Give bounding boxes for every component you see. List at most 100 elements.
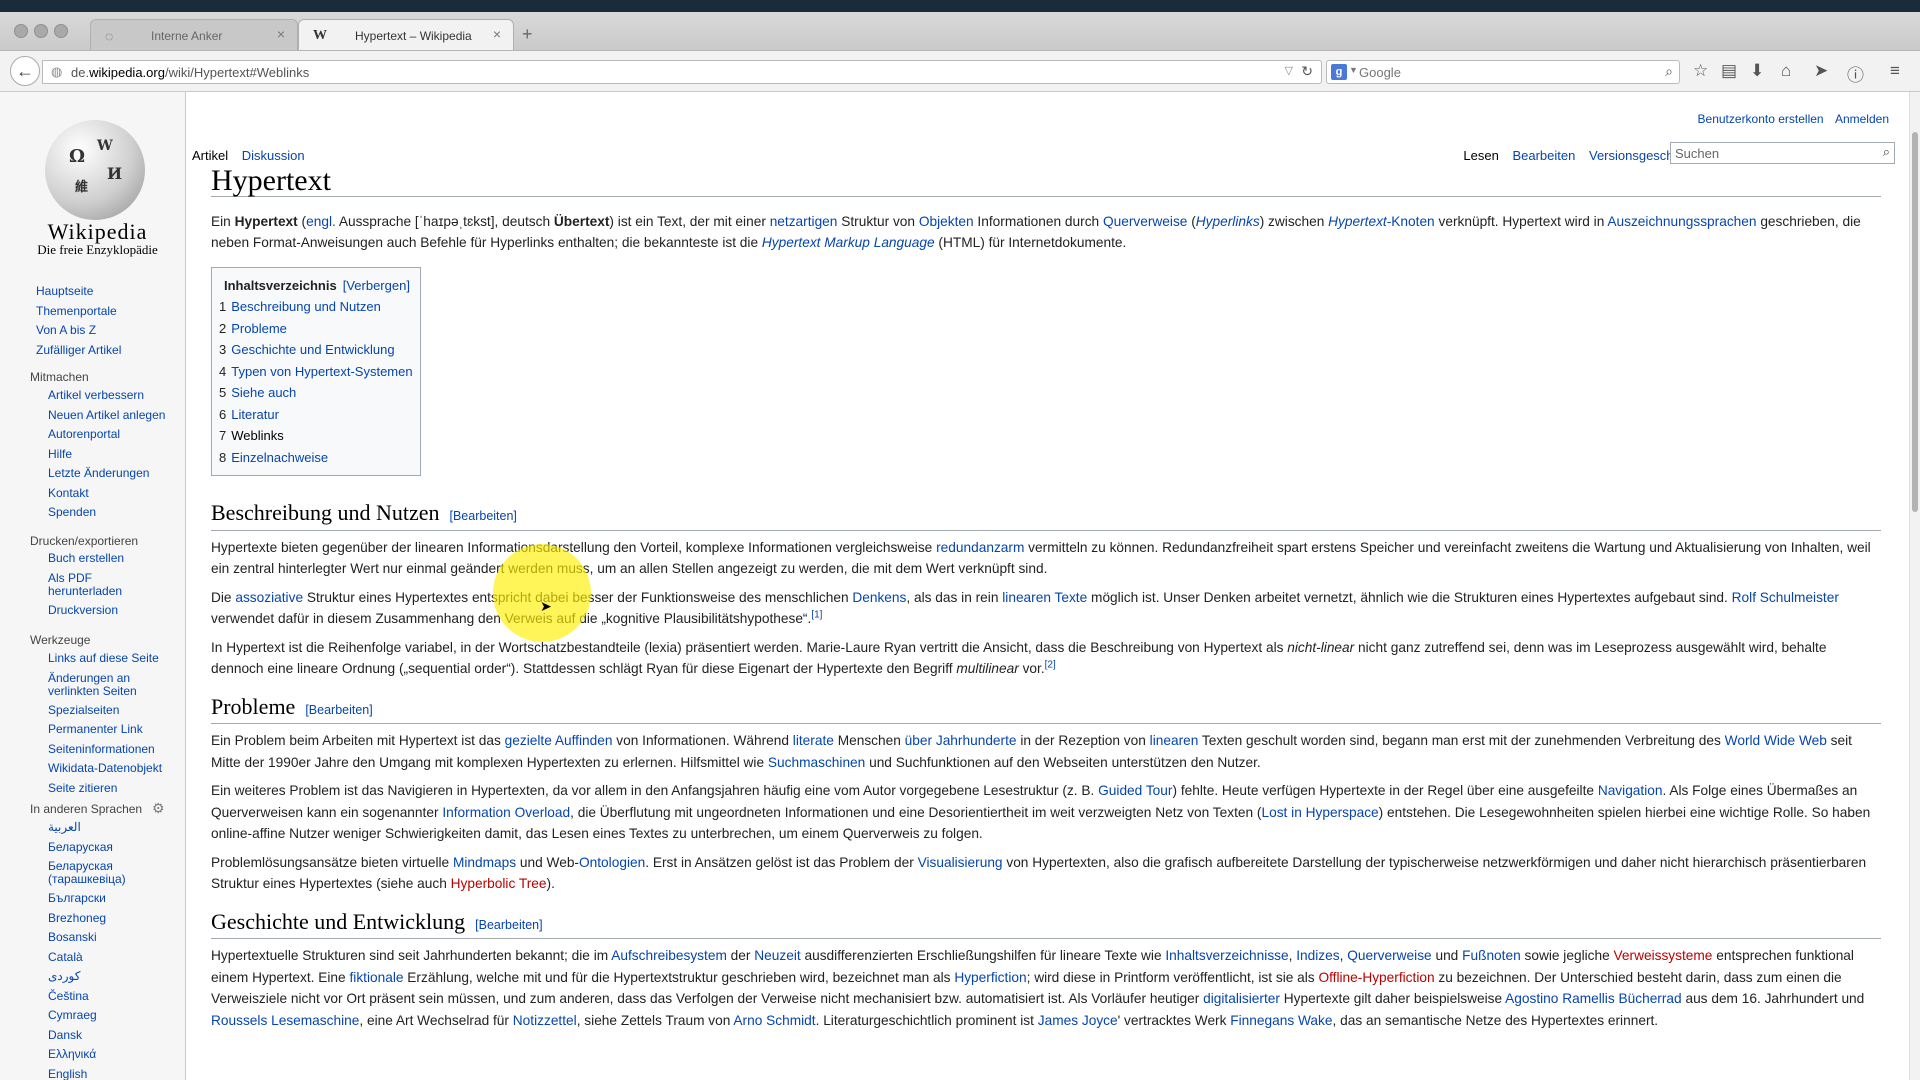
link[interactable]: fiktionale bbox=[349, 970, 403, 985]
toc-item[interactable]: 7 Weblinks bbox=[219, 425, 413, 447]
search-icon[interactable]: ⌕ bbox=[1665, 63, 1673, 80]
gear-icon[interactable]: ⚙ bbox=[152, 800, 165, 817]
link[interactable]: James Joyce bbox=[1038, 1013, 1118, 1028]
tab-diskussion[interactable]: Diskussion bbox=[242, 148, 305, 163]
page-scrollbar[interactable] bbox=[1909, 92, 1920, 1080]
link[interactable]: Mindmaps bbox=[453, 855, 516, 870]
link[interactable]: Information Overload bbox=[442, 805, 570, 820]
sidebar-item-autorenportal[interactable]: Autorenportal bbox=[48, 425, 165, 445]
tab-lesen[interactable]: Lesen bbox=[1463, 148, 1498, 163]
redlink[interactable]: Verweissysteme bbox=[1614, 948, 1713, 963]
lang-item[interactable]: Български bbox=[48, 889, 158, 909]
link[interactable]: über Jahrhunderte bbox=[905, 733, 1017, 748]
tab-bearbeiten[interactable]: Bearbeiten bbox=[1512, 148, 1575, 163]
sidebar-item-artikel-verbessern[interactable]: Artikel verbessern bbox=[48, 386, 165, 406]
link[interactable]: Auszeichnungssprachen bbox=[1607, 214, 1756, 229]
lang-item[interactable]: Cymraeg bbox=[48, 1006, 158, 1026]
wiki-search-input[interactable]: Suchen ⌕ bbox=[1670, 142, 1895, 164]
sidebar-item-aenderungen-verlinkt[interactable]: Änderungen an verlinkten Seiten bbox=[48, 671, 158, 698]
download-icon[interactable]: ⬇ bbox=[1750, 61, 1764, 81]
browser-tab-interne-anker[interactable]: ◌ Interne Anker × bbox=[90, 19, 298, 50]
create-account-link[interactable]: Benutzerkonto erstellen bbox=[1698, 112, 1824, 126]
sidebar-item-seiteninformationen[interactable]: Seiteninformationen bbox=[48, 740, 162, 760]
link[interactable]: netzartigen bbox=[770, 214, 838, 229]
browser-search-bar[interactable]: g ▼ Google ⌕ bbox=[1326, 60, 1680, 84]
link[interactable]: literate bbox=[793, 733, 834, 748]
send-icon[interactable]: ➤ bbox=[1814, 61, 1828, 81]
zoom-window-button[interactable] bbox=[54, 24, 68, 38]
link[interactable]: Querverweise bbox=[1103, 214, 1187, 229]
sidebar-item-druckversion[interactable]: Druckversion bbox=[48, 601, 158, 621]
address-bar[interactable]: ◍ de.wikipedia.org/wiki/Hypertext#Weblin… bbox=[42, 60, 1322, 84]
link[interactable]: Rolf Schulmeister bbox=[1732, 590, 1839, 605]
search-icon[interactable]: ⌕ bbox=[1883, 144, 1890, 160]
wikipedia-globe-logo[interactable]: Ω W И 維 bbox=[45, 120, 145, 220]
reload-icon[interactable]: ↻ bbox=[1301, 63, 1313, 80]
link[interactable]: Agostino Ramellis Bücherrad bbox=[1505, 991, 1682, 1006]
link[interactable]: Aufschreibesystem bbox=[611, 948, 727, 963]
close-tab-icon[interactable]: × bbox=[277, 26, 285, 42]
sidebar-item-permanenter-link[interactable]: Permanenter Link bbox=[48, 720, 162, 740]
info-icon[interactable]: ⓘ bbox=[1847, 61, 1864, 86]
link[interactable]: Hyperlinks bbox=[1196, 214, 1260, 229]
scrollbar-thumb[interactable] bbox=[1912, 132, 1918, 512]
lang-item[interactable]: Čeština bbox=[48, 987, 158, 1007]
link[interactable]: digitalisierter bbox=[1203, 991, 1280, 1006]
link[interactable]: Denkens bbox=[852, 590, 906, 605]
home-icon[interactable]: ⌂ bbox=[1781, 61, 1791, 81]
link[interactable]: linearen Texte bbox=[1002, 590, 1087, 605]
sidebar-item-hauptseite[interactable]: Hauptseite bbox=[36, 282, 121, 302]
link[interactable]: engl. bbox=[306, 214, 336, 229]
link[interactable]: Navigation bbox=[1598, 783, 1663, 798]
tab-artikel[interactable]: Artikel bbox=[192, 148, 228, 163]
link[interactable]: Neuzeit bbox=[754, 948, 800, 963]
toc-item[interactable]: 4 Typen von Hypertext-Systemen bbox=[219, 361, 413, 383]
link[interactable]: Arno Schmidt bbox=[733, 1013, 815, 1028]
link[interactable]: Lost in Hyperspace bbox=[1261, 805, 1378, 820]
lang-item[interactable]: Bosanski bbox=[48, 928, 158, 948]
browser-tab-hypertext[interactable]: W Hypertext – Wikipedia × bbox=[298, 19, 514, 50]
redlink[interactable]: Hyperbolic Tree bbox=[451, 876, 547, 891]
lang-item[interactable]: کوردی bbox=[48, 967, 158, 987]
link[interactable]: Roussels Lesemaschine bbox=[211, 1013, 359, 1028]
chevron-down-icon[interactable]: ▼ bbox=[1349, 65, 1358, 75]
link[interactable]: redundanzarm bbox=[936, 540, 1024, 555]
new-tab-plus-icon[interactable]: + bbox=[522, 24, 533, 45]
close-tab-icon[interactable]: × bbox=[493, 26, 501, 42]
link[interactable]: Visualisierung bbox=[918, 855, 1003, 870]
toc-item[interactable]: 8 Einzelnachweise bbox=[219, 447, 413, 469]
sidebar-item-pdf[interactable]: Als PDF herunterladen bbox=[48, 571, 158, 598]
sidebar-item-hilfe[interactable]: Hilfe bbox=[48, 445, 165, 465]
toc-item[interactable]: 3 Geschichte und Entwicklung bbox=[219, 339, 413, 361]
sidebar-item-spezialseiten[interactable]: Spezialseiten bbox=[48, 701, 162, 721]
edit-section-link[interactable]: [Bearbeiten] bbox=[475, 918, 542, 932]
toc-item[interactable]: 1 Beschreibung und Nutzen bbox=[219, 296, 413, 318]
sidebar-item-wikidata[interactable]: Wikidata-Datenobjekt bbox=[48, 759, 162, 779]
sidebar-item-buch-erstellen[interactable]: Buch erstellen bbox=[48, 549, 158, 569]
sidebar-item-themenportale[interactable]: Themenportale bbox=[36, 302, 121, 322]
bookmark-star-icon[interactable]: ☆ bbox=[1693, 61, 1708, 81]
google-engine-icon[interactable]: g bbox=[1331, 64, 1347, 80]
link[interactable]: Querverweise bbox=[1347, 948, 1431, 963]
toc-item[interactable]: 6 Literatur bbox=[219, 404, 413, 426]
footnote-link[interactable]: [2] bbox=[1045, 659, 1056, 670]
lang-item[interactable]: Ελληνικά bbox=[48, 1045, 158, 1065]
link[interactable]: Hypertext Markup Language bbox=[762, 235, 935, 250]
menu-icon[interactable]: ≡ bbox=[1890, 61, 1900, 81]
link[interactable]: Fußnoten bbox=[1462, 948, 1521, 963]
edit-section-link[interactable]: [Bearbeiten] bbox=[305, 703, 372, 717]
lang-item[interactable]: Brezhoneg bbox=[48, 909, 158, 929]
toc-hide-link[interactable]: [Verbergen] bbox=[343, 278, 410, 293]
lang-item[interactable]: Беларуская (тарашкевіца) bbox=[48, 860, 158, 886]
link[interactable]: linearen bbox=[1150, 733, 1199, 748]
edit-section-link[interactable]: [Bearbeiten] bbox=[450, 509, 517, 523]
login-link[interactable]: Anmelden bbox=[1835, 112, 1889, 126]
sidebar-item-links-auf-diese-seite[interactable]: Links auf diese Seite bbox=[48, 649, 162, 669]
toc-item[interactable]: 5 Siehe auch bbox=[219, 382, 413, 404]
sidebar-item-kontakt[interactable]: Kontakt bbox=[48, 484, 165, 504]
reading-list-icon[interactable]: ▤ bbox=[1721, 61, 1737, 81]
sidebar-item-spenden[interactable]: Spenden bbox=[48, 503, 165, 523]
link[interactable]: Inhaltsverzeichnisse bbox=[1165, 948, 1288, 963]
link[interactable]: Ontologien bbox=[579, 855, 645, 870]
history-dropdown-icon[interactable]: ▽ bbox=[1285, 64, 1293, 77]
